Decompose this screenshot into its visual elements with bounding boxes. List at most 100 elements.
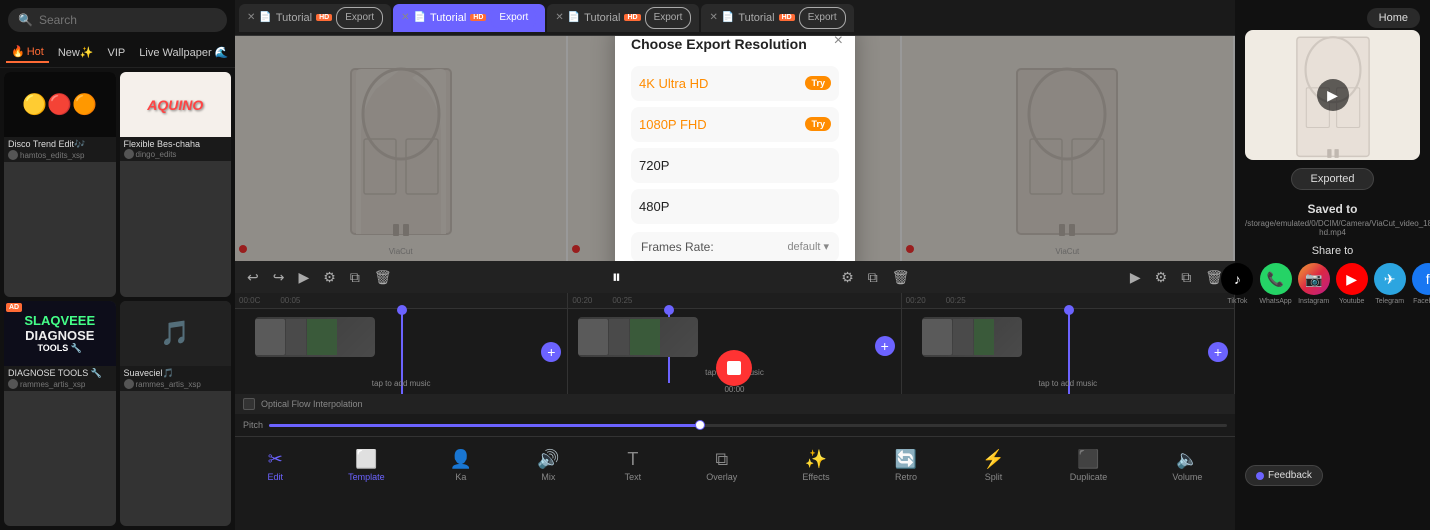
home-button[interactable]: Home xyxy=(1367,8,1420,28)
record-button[interactable] xyxy=(716,350,752,386)
tab-hot[interactable]: 🔥 Hot xyxy=(6,42,49,63)
resolution-option-720p[interactable]: 720P xyxy=(631,148,839,183)
tool-item-template[interactable]: ⬜ Template xyxy=(348,449,385,482)
copy-icon-3[interactable]: ⧉ xyxy=(1177,267,1195,288)
undo-button[interactable]: ↩ xyxy=(243,267,263,288)
resolution-option-4k[interactable]: 4K Ultra HD Try xyxy=(631,66,839,101)
resolution-option-1080p[interactable]: 1080P FHD Try xyxy=(631,107,839,142)
tab-vip[interactable]: VIP xyxy=(103,44,131,62)
close-icon[interactable]: ✕ xyxy=(401,12,409,23)
tool-item-volume[interactable]: 🔈 Volume xyxy=(1172,449,1202,482)
close-icon[interactable]: ✕ xyxy=(709,12,717,23)
card-user: rammes_artis_xsp xyxy=(20,380,85,389)
youtube-icon: ▶ xyxy=(1336,263,1368,295)
tab-new[interactable]: New✨ xyxy=(53,43,99,62)
tool-item-retro[interactable]: 🔄 Retro xyxy=(895,449,917,482)
tab-label: Tutorial xyxy=(738,12,774,24)
frames-rate-bar[interactable]: Frames Rate: default ▾ xyxy=(631,232,839,262)
list-item[interactable]: AQUINO Flexible Bes-chaha dingo_edits xyxy=(120,72,232,297)
list-item[interactable]: 🟡🔴🟠 Disco Trend Edit🎶 hamtos_edits_xsp xyxy=(4,72,116,297)
close-icon[interactable]: ✕ xyxy=(247,12,255,23)
search-input[interactable] xyxy=(39,13,217,27)
resolution-option-480p[interactable]: 480P xyxy=(631,189,839,224)
settings-icon-2[interactable]: ⚙ xyxy=(837,267,858,288)
person-icon: 👤 xyxy=(450,449,472,470)
share-item-whatsapp[interactable]: 📞 WhatsApp xyxy=(1259,263,1291,305)
effects-icon: ✨ xyxy=(805,449,827,470)
play-button-3[interactable]: ▶ xyxy=(1126,267,1145,288)
track-ruler-2: 00:20 00:25 xyxy=(568,293,900,309)
share-label-telegram: Telegram xyxy=(1375,298,1404,305)
search-bar[interactable]: 🔍 xyxy=(8,8,227,32)
settings-icon[interactable]: ⚙ xyxy=(319,267,340,288)
tool-item-overlay[interactable]: ⧉ Overlay xyxy=(706,449,737,482)
track-clip-3[interactable] xyxy=(922,317,1022,357)
pause-button-center[interactable]: ⏸ xyxy=(608,265,625,290)
feedback-button[interactable]: Feedback xyxy=(1245,465,1323,486)
list-item[interactable]: 🎵 Suaveciel🎵 rammes_artis_xsp xyxy=(120,301,232,526)
copy-icon-2[interactable]: ⧉ xyxy=(864,267,882,288)
add-clip-button-1[interactable]: + xyxy=(541,342,561,362)
export-button-1[interactable]: Export xyxy=(336,7,383,29)
pitch-slider[interactable] xyxy=(269,424,1227,427)
card-overlay-text: AQUINO xyxy=(147,97,203,113)
export-button-3[interactable]: Export xyxy=(645,7,692,29)
delete-icon-2[interactable]: 🗑 xyxy=(888,267,914,288)
tool-label-template: Template xyxy=(348,472,385,482)
play-button[interactable]: ▶ xyxy=(294,267,313,288)
tool-item-text[interactable]: T Text xyxy=(625,449,642,482)
tool-label-retro: Retro xyxy=(895,472,917,482)
close-icon[interactable]: ✕ xyxy=(555,12,563,23)
share-item-telegram[interactable]: ✈ Telegram xyxy=(1374,263,1406,305)
share-item-tiktok[interactable]: ♪ TikTok xyxy=(1221,263,1253,305)
export-button-4[interactable]: Export xyxy=(799,7,846,29)
tab-live-wallpaper[interactable]: Live Wallpaper 🌊 xyxy=(134,43,233,62)
card-title: Disco Trend Edit🎶 xyxy=(8,139,112,150)
optical-flow-checkbox[interactable] xyxy=(243,398,255,410)
pitch-slider-thumb xyxy=(695,420,705,430)
tool-item-split[interactable]: ⚡ Split xyxy=(982,449,1004,482)
share-item-youtube[interactable]: ▶ Youtube xyxy=(1336,263,1368,305)
settings-icon-3[interactable]: ⚙ xyxy=(1151,267,1172,288)
tool-item-duplicate[interactable]: ⬛ Duplicate xyxy=(1070,449,1108,482)
list-item[interactable]: AD SLAQVEEE DIAGNOSE TOOLS 🔧 DIAGNOSE TO… xyxy=(4,301,116,526)
editor-tab-1[interactable]: ✕ 📄 Tutorial HD Export xyxy=(239,4,391,32)
mix-icon: 🔊 xyxy=(537,449,559,470)
card-overlay-text: SLAQVEEE xyxy=(24,313,95,328)
exported-button[interactable]: Exported xyxy=(1291,168,1373,190)
editor-tab-3[interactable]: ✕ 📄 Tutorial HD Export xyxy=(547,4,699,32)
share-label-whatsapp: WhatsApp xyxy=(1259,298,1291,305)
resolution-label-480p: 480P xyxy=(639,199,669,214)
tool-item-edit[interactable]: ✂ Edit xyxy=(268,449,284,482)
modal-close-button[interactable]: × xyxy=(834,36,843,50)
share-to-title: Share to xyxy=(1245,245,1420,257)
track-content-1: + tap to add music xyxy=(235,309,567,394)
hd-badge: HD xyxy=(624,14,640,21)
preview-play-button[interactable]: ▶ xyxy=(1317,79,1349,111)
tap-add-music-1: tap to add music xyxy=(372,379,431,388)
record-stop-icon xyxy=(727,361,741,375)
feedback-label: Feedback xyxy=(1268,470,1312,481)
tool-item-ka[interactable]: 👤 Ka xyxy=(450,449,472,482)
add-clip-button-3[interactable]: + xyxy=(1208,342,1228,362)
delete-icon[interactable]: 🗑 xyxy=(370,267,396,288)
export-button-2[interactable]: Export xyxy=(490,7,537,29)
saved-to-section: Saved to /storage/emulated/0/DCIM/Camera… xyxy=(1235,198,1430,241)
share-item-instagram[interactable]: 📷 Instagram xyxy=(1298,263,1330,305)
track-clip-2[interactable] xyxy=(578,317,698,357)
clip-thumbnail xyxy=(922,319,952,355)
track-section-2: 00:20 00:25 🎙 + xyxy=(568,293,901,394)
editor-tab-2[interactable]: ✕ 📄 Tutorial HD Export xyxy=(393,4,545,32)
tool-item-mix[interactable]: 🔊 Mix xyxy=(537,449,559,482)
try-badge-4k: Try xyxy=(805,76,831,90)
tiktok-icon: ♪ xyxy=(1221,263,1253,295)
tool-label-split: Split xyxy=(985,472,1003,482)
copy-icon[interactable]: ⧉ xyxy=(346,267,364,288)
left-sidebar: 🔍 🔥 Hot New✨ VIP Live Wallpaper 🌊 Lyri..… xyxy=(0,0,235,530)
track-clip-1[interactable] xyxy=(255,317,375,357)
add-clip-button-2[interactable]: + xyxy=(875,336,895,356)
redo-button[interactable]: ↪ xyxy=(269,267,289,288)
editor-tab-4[interactable]: ✕ 📄 Tutorial HD Export xyxy=(701,4,853,32)
share-item-facebook[interactable]: f Facebo... xyxy=(1412,263,1430,305)
tool-item-effects[interactable]: ✨ Effects xyxy=(802,449,829,482)
